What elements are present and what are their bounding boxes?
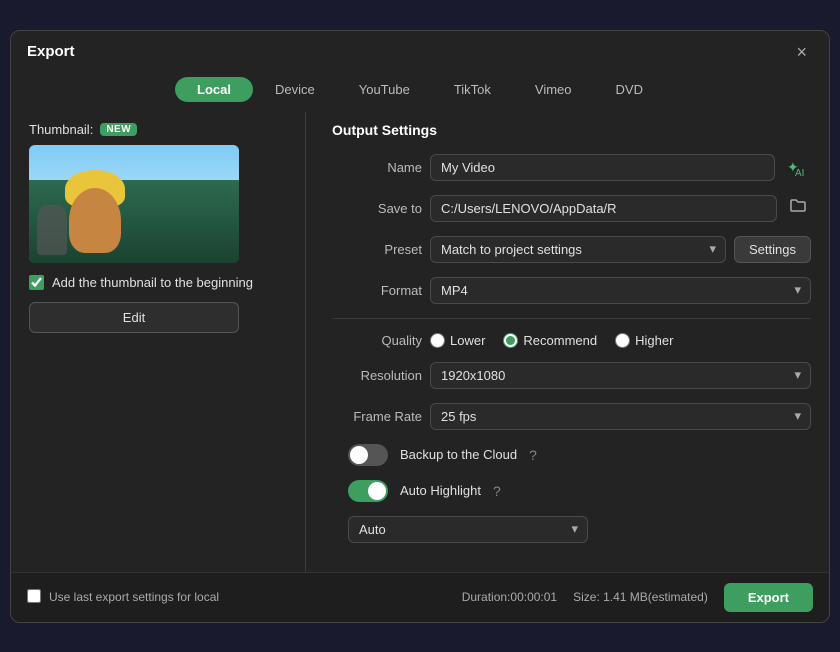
add-thumbnail-label: Add the thumbnail to the beginning bbox=[52, 275, 253, 290]
use-last-settings-checkbox[interactable] bbox=[27, 589, 41, 603]
frame-rate-row: Frame Rate 25 fps bbox=[332, 403, 811, 430]
modal-body: Thumbnail: NEW Add the thumbnail to the … bbox=[11, 112, 829, 572]
quality-recommend-label: Recommend bbox=[523, 333, 597, 348]
folder-button[interactable] bbox=[785, 195, 811, 222]
auto-highlight-label: Auto Highlight bbox=[400, 483, 481, 498]
resolution-select-wrap: 1920x1080 bbox=[430, 362, 811, 389]
quality-higher[interactable]: Higher bbox=[615, 333, 673, 348]
quality-lower-label: Lower bbox=[450, 333, 485, 348]
resolution-select[interactable]: 1920x1080 bbox=[430, 362, 811, 389]
footer: Use last export settings for local Durat… bbox=[11, 572, 829, 622]
quality-recommend-radio[interactable] bbox=[503, 333, 518, 348]
left-panel: Thumbnail: NEW Add the thumbnail to the … bbox=[25, 112, 295, 572]
thumbnail-label-text: Thumbnail: bbox=[29, 122, 93, 137]
format-label: Format bbox=[332, 283, 422, 298]
quality-recommend[interactable]: Recommend bbox=[503, 333, 597, 348]
name-row: Name ✦ AI bbox=[332, 154, 811, 181]
save-to-input[interactable] bbox=[430, 195, 777, 222]
name-input[interactable] bbox=[430, 154, 775, 181]
backup-toggle[interactable] bbox=[348, 444, 388, 466]
quality-higher-label: Higher bbox=[635, 333, 673, 348]
tab-youtube[interactable]: YouTube bbox=[337, 77, 432, 102]
section-separator bbox=[332, 318, 811, 319]
backup-label: Backup to the Cloud bbox=[400, 447, 517, 462]
auto-select-wrap-inner: Auto bbox=[348, 516, 588, 543]
format-select[interactable]: MP4 bbox=[430, 277, 811, 304]
tab-dvd[interactable]: DVD bbox=[594, 77, 665, 102]
preset-row: Preset Match to project settings Setting… bbox=[332, 236, 811, 263]
right-panel: Output Settings Name ✦ AI Save to bbox=[316, 112, 815, 572]
export-modal: Export × Local Device YouTube TikTok Vim… bbox=[10, 30, 830, 623]
size-info: Size: 1.41 MB(estimated) bbox=[573, 590, 708, 604]
ai-button[interactable]: ✦ AI bbox=[783, 155, 811, 179]
auto-select-wrap: Auto bbox=[332, 516, 811, 543]
panel-divider bbox=[305, 112, 306, 572]
use-last-settings-label: Use last export settings for local bbox=[49, 590, 219, 604]
quality-row: Quality Lower Recommend Higher bbox=[332, 333, 811, 348]
tab-device[interactable]: Device bbox=[253, 77, 337, 102]
format-select-wrap: MP4 bbox=[430, 277, 811, 304]
frame-rate-label: Frame Rate bbox=[332, 409, 422, 424]
preset-select-wrap: Match to project settings bbox=[430, 236, 726, 263]
ai-icon: ✦ AI bbox=[787, 157, 807, 177]
backup-help-icon[interactable]: ? bbox=[529, 447, 537, 463]
resolution-row: Resolution 1920x1080 bbox=[332, 362, 811, 389]
new-badge: NEW bbox=[100, 123, 137, 136]
save-to-label: Save to bbox=[332, 201, 422, 216]
person2-silhouette bbox=[37, 205, 67, 255]
tab-bar: Local Device YouTube TikTok Vimeo DVD bbox=[11, 71, 829, 112]
title-bar: Export × bbox=[11, 31, 829, 71]
add-thumbnail-checkbox[interactable] bbox=[29, 275, 44, 290]
quality-radio-group: Lower Recommend Higher bbox=[430, 333, 673, 348]
name-label: Name bbox=[332, 160, 422, 175]
tab-tiktok[interactable]: TikTok bbox=[432, 77, 513, 102]
svg-text:AI: AI bbox=[795, 168, 804, 177]
backup-toggle-slider bbox=[348, 444, 388, 466]
auto-highlight-toggle[interactable] bbox=[348, 480, 388, 502]
settings-button[interactable]: Settings bbox=[734, 236, 811, 263]
auto-highlight-row: Auto Highlight ? bbox=[332, 480, 811, 502]
footer-left: Use last export settings for local bbox=[27, 589, 219, 606]
folder-icon bbox=[789, 197, 807, 215]
frame-rate-select-wrap: 25 fps bbox=[430, 403, 811, 430]
duration-info: Duration:00:00:01 bbox=[462, 590, 557, 604]
edit-thumbnail-button[interactable]: Edit bbox=[29, 302, 239, 333]
auto-select[interactable]: Auto bbox=[348, 516, 588, 543]
toggle-section: Backup to the Cloud ? Auto Highlight ? bbox=[332, 444, 811, 543]
resolution-label: Resolution bbox=[332, 368, 422, 383]
thumbnail-header: Thumbnail: NEW bbox=[29, 122, 279, 137]
quality-higher-radio[interactable] bbox=[615, 333, 630, 348]
use-last-settings-checkbox-wrap bbox=[27, 589, 41, 606]
auto-highlight-help-icon[interactable]: ? bbox=[493, 483, 501, 499]
auto-highlight-slider bbox=[348, 480, 388, 502]
tab-local[interactable]: Local bbox=[175, 77, 253, 102]
preset-select[interactable]: Match to project settings bbox=[430, 236, 726, 263]
person-head-shape bbox=[69, 188, 121, 253]
preset-label: Preset bbox=[332, 242, 422, 257]
modal-title: Export bbox=[27, 43, 75, 60]
add-thumbnail-row: Add the thumbnail to the beginning bbox=[29, 275, 279, 290]
frame-rate-select[interactable]: 25 fps bbox=[430, 403, 811, 430]
footer-right: Duration:00:00:01 Size: 1.41 MB(estimate… bbox=[462, 583, 813, 612]
format-row: Format MP4 bbox=[332, 277, 811, 304]
thumbnail-preview bbox=[29, 145, 239, 263]
save-to-row: Save to bbox=[332, 195, 811, 222]
tab-vimeo[interactable]: Vimeo bbox=[513, 77, 594, 102]
quality-label: Quality bbox=[332, 333, 422, 348]
export-button[interactable]: Export bbox=[724, 583, 813, 612]
quality-lower[interactable]: Lower bbox=[430, 333, 485, 348]
quality-lower-radio[interactable] bbox=[430, 333, 445, 348]
close-button[interactable]: × bbox=[790, 41, 813, 63]
section-title: Output Settings bbox=[332, 122, 811, 138]
backup-row: Backup to the Cloud ? bbox=[332, 444, 811, 466]
